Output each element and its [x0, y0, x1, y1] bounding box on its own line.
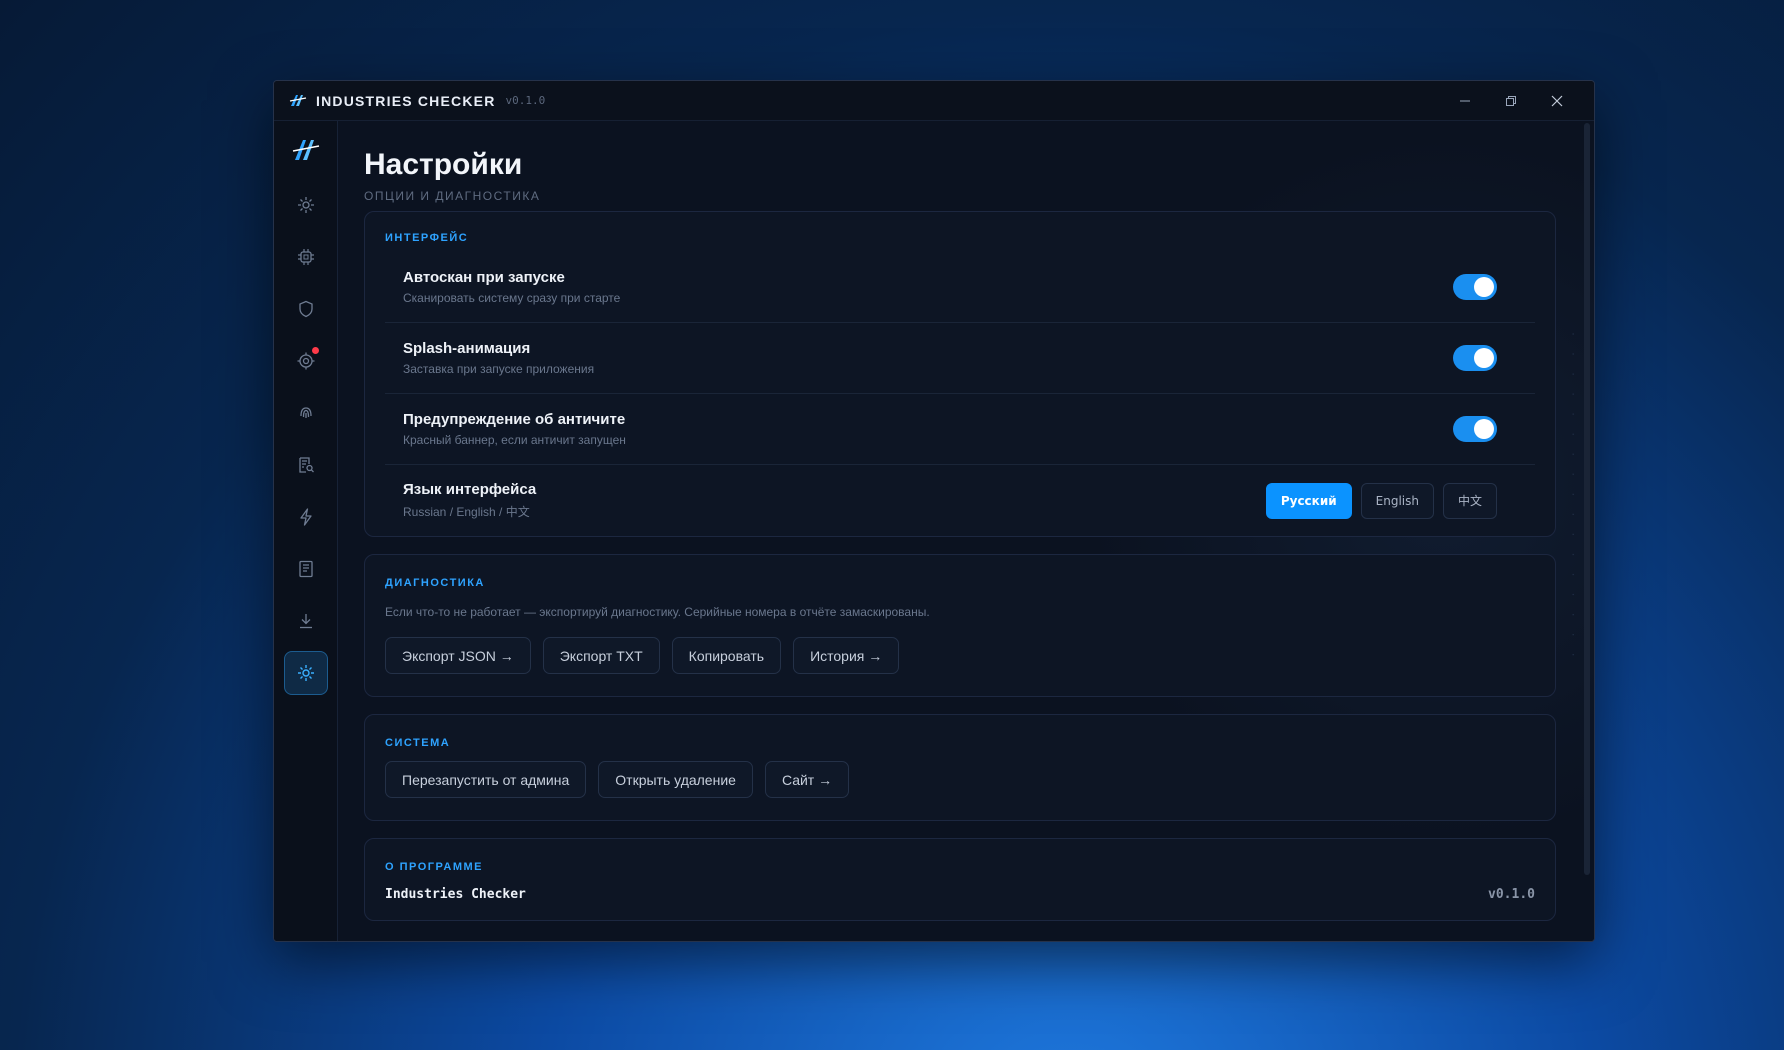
toggle-knob [1474, 348, 1494, 368]
system-card: СИСТЕМА Перезапустить от админа Открыть … [364, 714, 1556, 821]
app-window: INDUSTRIES CHECKER v0.1.0 · · · · · · · … [273, 80, 1595, 942]
anticheat-warning-toggle[interactable] [1453, 416, 1497, 442]
app-logo-icon [289, 94, 307, 106]
copy-button[interactable]: Копировать [671, 637, 782, 674]
sidebar-item-hardware[interactable] [284, 235, 328, 279]
setting-description: Russian / English / 中文 [403, 505, 530, 519]
decorative-vertical-text: · · · · · · · · · · · · · · · · · [1567, 331, 1578, 662]
website-button[interactable]: Сайт → [764, 761, 850, 798]
language-option-english[interactable]: English [1360, 482, 1434, 519]
setting-description: Сканировать систему сразу при старте [403, 291, 621, 305]
history-button[interactable]: История → [793, 637, 900, 674]
about-card: О ПРОГРАММЕ Industries Checker v0.1.0 [364, 838, 1556, 921]
maximize-button[interactable] [1488, 81, 1534, 121]
app-version: v0.1.0 [505, 94, 546, 107]
about-row: Industries Checker v0.1.0 [385, 887, 1535, 902]
shield-icon [298, 300, 313, 318]
setting-label: Splash-анимация [403, 340, 531, 357]
restart-admin-button[interactable]: Перезапустить от админа [385, 761, 587, 798]
autoscan-toggle[interactable] [1453, 274, 1497, 300]
sidebar-item-downloads[interactable] [284, 599, 328, 643]
sidebar-item-reports[interactable] [284, 443, 328, 487]
interface-card: ИНТЕРФЕЙС Автоскан при запуске Сканирова… [364, 211, 1556, 537]
settings-content[interactable]: · · · · · · · · · · · · · · · · · Настро… [338, 121, 1594, 941]
sidebar-item-security[interactable] [284, 287, 328, 331]
diagnostics-actions: Экспорт JSON → Экспорт TXT Копировать Ис… [385, 637, 1535, 674]
cpu-icon [297, 249, 314, 265]
notification-badge [311, 347, 319, 354]
setting-row-anticheat-warning: Предупреждение об античите Красный банне… [385, 394, 1535, 465]
section-title: ДИАГНОСТИКА [385, 577, 485, 589]
section-title: СИСТЕМА [385, 737, 451, 749]
open-uninstall-button[interactable]: Открыть удаление [598, 761, 753, 798]
setting-row-autoscan: Автоскан при запуске Сканировать систему… [385, 252, 1535, 323]
document-icon [298, 560, 313, 578]
title-bar[interactable]: INDUSTRIES CHECKER v0.1.0 [274, 81, 1594, 121]
export-txt-button[interactable]: Экспорт TXT [542, 637, 660, 674]
setting-row-splash: Splash-анимация Заставка при запуске при… [385, 323, 1535, 394]
window-controls [1442, 81, 1580, 121]
report-search-icon [298, 457, 314, 473]
minimize-button[interactable] [1442, 81, 1488, 121]
language-option-chinese[interactable]: 中文 [1442, 482, 1497, 519]
setting-description: Красный баннер, если античит запущен [403, 433, 626, 447]
sidebar-item-logs[interactable] [284, 547, 328, 591]
sidebar-logo-icon [292, 140, 319, 160]
section-title: О ПРОГРАММЕ [385, 861, 483, 873]
settings-icon [297, 665, 314, 681]
sidebar [274, 121, 338, 941]
download-icon [299, 614, 312, 629]
setting-row-language: Язык интерфейса Russian / English / 中文 Р… [385, 465, 1535, 536]
restore-icon [1506, 95, 1516, 106]
setting-label: Автоскан при запуске [403, 269, 565, 286]
toggle-knob [1474, 419, 1494, 439]
about-app-name: Industries Checker [385, 887, 526, 902]
sidebar-item-anticheat[interactable] [284, 339, 328, 383]
language-option-russian[interactable]: Русский [1265, 482, 1352, 519]
about-app-version: v0.1.0 [1488, 887, 1535, 902]
sidebar-item-performance[interactable] [284, 495, 328, 539]
page-subtitle: ОПЦИИ И ДИАГНОСТИКА [364, 189, 541, 203]
minimize-icon [1460, 100, 1470, 101]
target-icon [297, 352, 314, 370]
splash-toggle[interactable] [1453, 345, 1497, 371]
sidebar-item-settings[interactable] [283, 651, 328, 695]
diagnostics-description: Если что-то не работает — экспортируй ди… [385, 605, 930, 619]
scrollbar[interactable] [1584, 123, 1590, 875]
close-icon [1551, 95, 1563, 106]
export-json-button[interactable]: Экспорт JSON → [385, 637, 531, 674]
close-button[interactable] [1534, 81, 1580, 121]
app-title: INDUSTRIES CHECKER [316, 92, 496, 109]
diagnostics-card: ДИАГНОСТИКА Если что-то не работает — эк… [364, 554, 1556, 697]
system-actions: Перезапустить от админа Открыть удаление… [385, 761, 1535, 798]
lightning-icon [299, 508, 312, 526]
setting-label: Язык интерфейса [403, 481, 537, 498]
section-title: ИНТЕРФЕЙС [385, 232, 469, 244]
sidebar-item-dashboard[interactable] [284, 183, 328, 227]
page-title: Настройки [364, 148, 523, 181]
setting-description: Заставка при запуске приложения [403, 362, 595, 376]
toggle-knob [1474, 277, 1494, 297]
fingerprint-icon [299, 407, 312, 418]
setting-label: Предупреждение об античите [403, 411, 626, 428]
sidebar-item-fingerprint[interactable] [284, 391, 328, 435]
dashboard-icon [297, 197, 314, 213]
language-selector: Русский English 中文 [1265, 482, 1497, 519]
